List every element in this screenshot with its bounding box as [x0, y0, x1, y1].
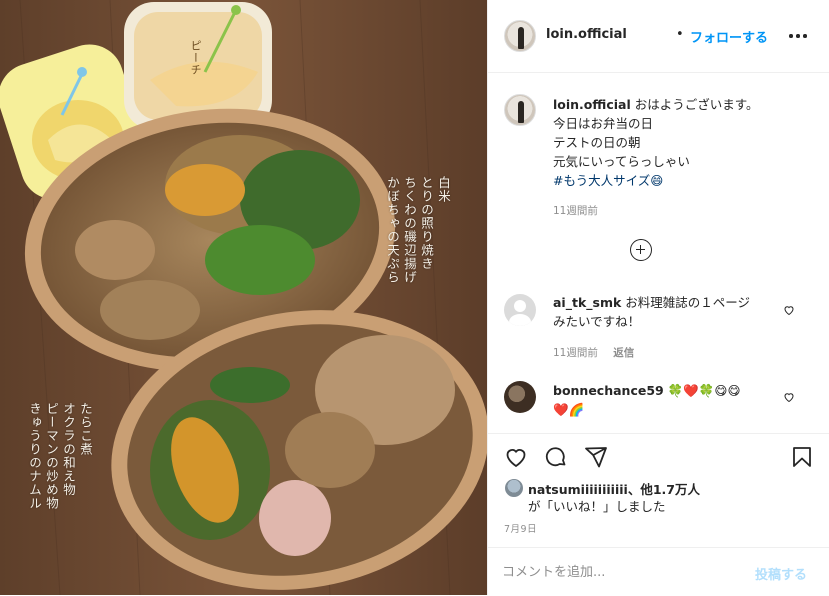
- comment-meta: 11週間前 返信: [553, 345, 634, 360]
- action-bar: [488, 433, 829, 480]
- header-separator: •: [676, 27, 684, 42]
- share-icon[interactable]: [584, 445, 608, 469]
- plus-circle-icon[interactable]: [630, 239, 652, 261]
- comment-text: ❤️🌈: [553, 402, 585, 417]
- comment-username[interactable]: ai_tk_smk: [553, 295, 621, 310]
- author-avatar[interactable]: [504, 20, 536, 52]
- more-icon[interactable]: [789, 34, 807, 38]
- comment-username[interactable]: bonnechance59: [553, 383, 664, 398]
- likes-others[interactable]: 、他1.7万人: [628, 482, 700, 497]
- commenter-avatar[interactable]: [504, 381, 536, 413]
- commenter-avatar[interactable]: [504, 294, 536, 326]
- author-username[interactable]: loin.official: [546, 27, 627, 42]
- comment-composer: 投稿する: [488, 547, 829, 596]
- caption-time[interactable]: 11週間前: [553, 203, 598, 218]
- caption-hashtag[interactable]: #もう大人サイズ😄: [553, 173, 663, 188]
- caption-line: おはようございます。: [634, 97, 759, 112]
- comment-time[interactable]: 11週間前: [553, 347, 598, 359]
- photo-caption-top: 白米 とりの照り焼き ちくわの磯辺揚げ かぼちゃの天ぷら: [385, 176, 451, 284]
- post-date[interactable]: 7月9日: [504, 521, 537, 535]
- post-comment-button[interactable]: 投稿する: [755, 564, 807, 583]
- liker-username[interactable]: natsumiiiiiiiiiii: [528, 482, 628, 497]
- heart-icon[interactable]: [504, 445, 528, 469]
- post-photo: 白米 とりの照り焼き ちくわの磯辺揚げ かぼちゃの天ぷら たらこ煮 オクラの和え…: [0, 0, 487, 595]
- bookmark-icon[interactable]: [790, 445, 814, 469]
- comment-text: 🍀❤️🍀😋😋: [667, 383, 741, 398]
- comment-like-icon[interactable]: [783, 304, 795, 316]
- comment-like-icon[interactable]: [783, 391, 795, 403]
- caption-line: テストの日の朝: [553, 135, 641, 150]
- comment-item: ai_tk_smk お料理雑誌の１ページ みたいですね！: [553, 293, 750, 331]
- follow-button[interactable]: フォローする: [690, 27, 768, 46]
- post-modal: 白米 とりの照り焼き ちくわの磯辺揚げ かぼちゃの天ぷら たらこ煮 オクラの和え…: [0, 0, 829, 595]
- caption-avatar[interactable]: [504, 94, 536, 126]
- comment-text: みたいですね！: [553, 314, 641, 329]
- comment-text: お料理雑誌の１ページ: [625, 295, 751, 310]
- photo-caption-bottom: たらこ煮 オクラの和え物 ピーマンの炒め物 きゅうりのナムル: [27, 402, 93, 510]
- caption-line: 今日はお弁当の日: [553, 116, 654, 131]
- post-side-panel: loin.official • フォローする loin.official おはよ…: [487, 0, 829, 595]
- comment-item: bonnechance59 🍀❤️🍀😋😋 ❤️🌈: [553, 381, 741, 419]
- reply-button[interactable]: 返信: [613, 347, 634, 359]
- comment-input[interactable]: [502, 562, 722, 582]
- post-caption: loin.official おはようございます。 今日はお弁当の日 テストの日の…: [553, 95, 759, 190]
- comment-icon[interactable]: [544, 445, 568, 469]
- caption-username[interactable]: loin.official: [553, 97, 631, 112]
- peach-label: ピーチ: [189, 40, 202, 76]
- comments-section: loin.official おはようございます。 今日はお弁当の日 テストの日の…: [488, 73, 829, 433]
- likes-suffix: が「いいね！」しました: [528, 499, 666, 514]
- post-header: loin.official • フォローする: [488, 0, 829, 73]
- liker-avatar[interactable]: [504, 478, 524, 498]
- caption-line: 元気にいってらっしゃい: [553, 154, 690, 169]
